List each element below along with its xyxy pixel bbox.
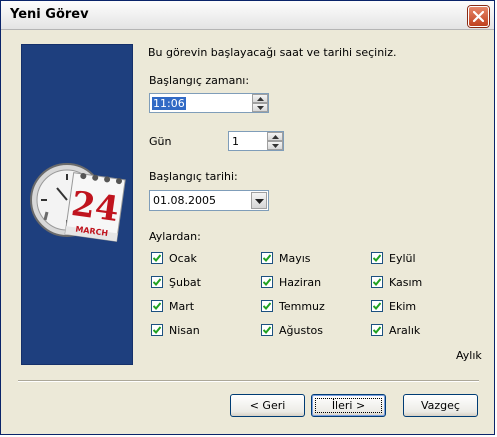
next-button-label: İleri >	[331, 399, 366, 412]
intro-text: Bu görevin başlayacağı saat ve tarihi se…	[148, 46, 397, 59]
arrow-up-icon	[272, 135, 279, 139]
start-date-value: 01.08.2005	[153, 194, 216, 207]
cancel-button-label: Vazgeç	[421, 399, 460, 412]
arrow-up-icon	[257, 97, 264, 101]
checkbox-box[interactable]	[371, 324, 383, 336]
start-time-label: Başlangıç zamanı:	[149, 74, 250, 87]
close-icon	[473, 11, 484, 22]
check-icon	[373, 254, 381, 262]
start-time-value[interactable]: 11:06	[152, 97, 186, 110]
checkbox-box[interactable]	[151, 300, 163, 312]
month-label: Mayıs	[279, 252, 311, 265]
checkbox-box[interactable]	[151, 324, 163, 336]
arrow-down-icon	[257, 106, 264, 110]
chevron-down-icon	[255, 199, 264, 204]
month-label: Aralık	[389, 324, 421, 337]
day-down-button[interactable]	[267, 141, 283, 150]
back-button-label: < Geri	[249, 399, 286, 412]
cancel-button[interactable]: Vazgeç	[403, 394, 478, 417]
check-icon	[263, 326, 271, 334]
new-task-dialog: Yeni Görev 24 MARCH Bu görevin başlayaca…	[0, 0, 495, 435]
checkbox-box[interactable]	[371, 252, 383, 264]
check-icon	[153, 254, 161, 262]
back-button[interactable]: < Geri	[230, 394, 305, 417]
start-time-spinner[interactable]: 11:06	[149, 93, 269, 113]
start-time-arrows	[252, 94, 268, 112]
start-date-label: Başlangıç tarihi:	[149, 170, 238, 183]
calendar-clock-illustration: 24 MARCH	[30, 163, 126, 242]
schedule-type-label: Aylık	[456, 349, 482, 362]
window-title: Yeni Görev	[10, 7, 89, 22]
day-value[interactable]: 1	[232, 135, 239, 148]
start-time-up-button[interactable]	[252, 94, 268, 103]
day-spinner[interactable]: 1	[228, 131, 284, 151]
month-label: Ocak	[169, 252, 197, 265]
month-label: Nisan	[169, 324, 200, 337]
checkbox-box[interactable]	[151, 276, 163, 288]
checkbox-box[interactable]	[261, 252, 273, 264]
check-icon	[263, 302, 271, 310]
check-icon	[153, 302, 161, 310]
wizard-side-panel: 24 MARCH	[21, 44, 133, 365]
month-label: Temmuz	[279, 300, 325, 313]
start-date-dropdown-button[interactable]	[251, 192, 267, 209]
check-icon	[263, 278, 271, 286]
button-separator	[18, 380, 479, 382]
checkbox-box[interactable]	[371, 276, 383, 288]
check-icon	[373, 302, 381, 310]
month-label: Şubat	[169, 276, 201, 289]
arrow-down-icon	[272, 144, 279, 148]
month-label: Mart	[169, 300, 195, 313]
start-time-down-button[interactable]	[252, 103, 268, 112]
day-arrows	[267, 132, 283, 150]
month-label: Kasım	[389, 276, 423, 289]
month-label: Ekim	[389, 300, 417, 313]
checkbox-box[interactable]	[371, 300, 383, 312]
month-label: Ağustos	[279, 324, 323, 337]
check-icon	[153, 278, 161, 286]
checkbox-box[interactable]	[151, 252, 163, 264]
next-button[interactable]: İleri >	[311, 394, 386, 417]
month-label: Haziran	[279, 276, 322, 289]
check-icon	[263, 254, 271, 262]
day-up-button[interactable]	[267, 132, 283, 141]
close-button[interactable]	[468, 6, 489, 27]
checkbox-box[interactable]	[261, 276, 273, 288]
day-label: Gün	[149, 135, 172, 148]
title-bar: Yeni Görev	[1, 1, 494, 30]
months-label: Aylardan:	[149, 230, 201, 243]
start-date-picker[interactable]: 01.08.2005	[149, 190, 269, 211]
check-icon	[373, 278, 381, 286]
month-label: Eylül	[389, 252, 416, 265]
checkbox-box[interactable]	[261, 324, 273, 336]
calendar-day-number: 24	[69, 184, 121, 230]
check-icon	[153, 326, 161, 334]
check-icon	[373, 326, 381, 334]
checkbox-box[interactable]	[261, 300, 273, 312]
